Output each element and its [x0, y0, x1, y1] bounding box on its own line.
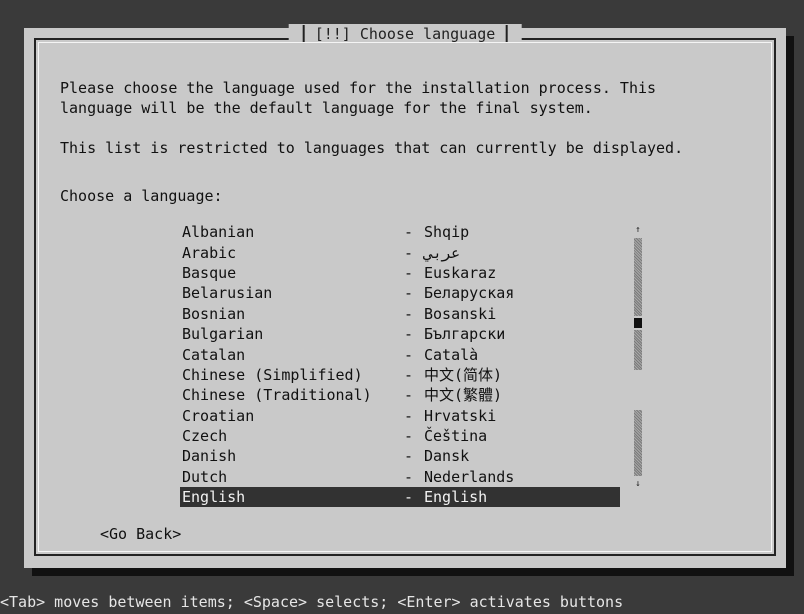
language-option-bulgarian[interactable]: Bulgarian - Български	[180, 324, 620, 344]
language-native-name: Čeština	[424, 427, 488, 446]
language-name: Bulgarian	[182, 325, 264, 344]
language-option-danish[interactable]: Danish - Dansk	[180, 446, 620, 466]
language-name: Dutch	[182, 467, 228, 486]
scroll-track-lower[interactable]	[634, 410, 642, 476]
language-native-name: Nederlands	[424, 467, 515, 486]
language-name: Chinese (Simplified)	[182, 365, 363, 384]
scroll-up-arrow-icon[interactable]: ↑	[632, 224, 644, 236]
language-name: Belarusian	[182, 284, 273, 303]
language-name: Chinese (Traditional)	[182, 386, 372, 405]
language-separator: -	[404, 284, 414, 303]
language-separator: -	[404, 365, 414, 384]
language-separator: -	[404, 406, 414, 425]
language-name: Croatian	[182, 406, 255, 425]
dialog-title-bar: [!!] Choose language	[288, 24, 522, 44]
language-separator: -	[404, 243, 414, 262]
language-native-name: Български	[424, 325, 506, 344]
language-separator: -	[404, 427, 414, 446]
scroll-thumb[interactable]	[634, 318, 642, 328]
language-separator: -	[404, 488, 414, 507]
language-option-english[interactable]: English - English	[180, 487, 620, 508]
language-name: English	[182, 488, 246, 507]
restriction-note: This list is restricted to languages tha…	[60, 139, 684, 157]
language-native-name: 中文(繁體)	[424, 386, 503, 405]
language-name: Danish	[182, 447, 237, 466]
language-separator: -	[404, 325, 414, 344]
dialog-frame: [!!] Choose language Please choose the l…	[34, 24, 776, 556]
language-native-name: Bosanski	[424, 304, 497, 323]
title-left-cap	[302, 25, 305, 43]
language-separator: -	[404, 263, 414, 282]
language-native-name: 中文(简体)	[424, 365, 503, 384]
scroll-track-upper[interactable]	[634, 238, 642, 316]
language-name: Bosnian	[182, 304, 246, 323]
dialog-title: [!!] Choose language	[314, 25, 496, 43]
language-option-dutch[interactable]: Dutch - Nederlands	[180, 467, 620, 487]
language-option-chinese-traditional[interactable]: Chinese (Traditional) - 中文(繁體)	[180, 385, 620, 405]
language-option-croatian[interactable]: Croatian - Hrvatski	[180, 406, 620, 426]
language-native-name: Català	[424, 345, 479, 364]
language-native-name: Dansk	[424, 447, 470, 466]
language-native-name: Euskaraz	[424, 263, 497, 282]
language-list-scrollbar[interactable]: ↑ ↓	[632, 224, 644, 490]
language-separator: -	[404, 386, 414, 405]
language-native-name: Shqip	[424, 223, 470, 242]
intro-text: Please choose the language used for the …	[60, 79, 657, 117]
language-option-arabic[interactable]: Arabic - عربي	[180, 242, 620, 262]
language-option-belarusian[interactable]: Belarusian - Беларуская	[180, 283, 620, 303]
language-native-name: English	[424, 488, 488, 507]
language-separator: -	[404, 467, 414, 486]
scroll-down-arrow-icon[interactable]: ↓	[632, 478, 644, 490]
language-option-catalan[interactable]: Catalan - Català	[180, 344, 620, 364]
language-separator: -	[404, 447, 414, 466]
language-list[interactable]: Albanian - Shqip Arabic - عربي Basque - Euskaraz…	[180, 222, 620, 508]
language-option-bosnian[interactable]: Bosnian - Bosanski	[180, 304, 620, 324]
language-native-name: Беларуская	[424, 284, 515, 303]
go-back-button[interactable]: <Go Back>	[100, 524, 181, 544]
language-option-chinese-simplified[interactable]: Chinese (Simplified) - 中文(简体)	[180, 365, 620, 385]
language-name: Albanian	[182, 223, 255, 242]
language-name: Basque	[182, 263, 237, 282]
language-native-name: Hrvatski	[424, 406, 497, 425]
language-native-name: عربي	[424, 243, 461, 262]
language-separator: -	[404, 223, 414, 242]
language-prompt: Choose a language:	[60, 187, 223, 205]
language-separator: -	[404, 345, 414, 364]
scroll-track-middle[interactable]	[634, 330, 642, 370]
language-option-albanian[interactable]: Albanian - Shqip	[180, 222, 620, 242]
choose-language-dialog: [!!] Choose language Please choose the l…	[24, 24, 786, 568]
title-right-cap	[505, 25, 508, 43]
keyboard-help-status-bar: <Tab> moves between items; <Space> selec…	[0, 593, 624, 611]
language-option-basque[interactable]: Basque - Euskaraz	[180, 263, 620, 283]
language-name: Arabic	[182, 243, 237, 262]
language-name: Czech	[182, 427, 228, 446]
language-separator: -	[404, 304, 414, 323]
language-name: Catalan	[182, 345, 246, 364]
language-option-czech[interactable]: Czech - Čeština	[180, 426, 620, 446]
